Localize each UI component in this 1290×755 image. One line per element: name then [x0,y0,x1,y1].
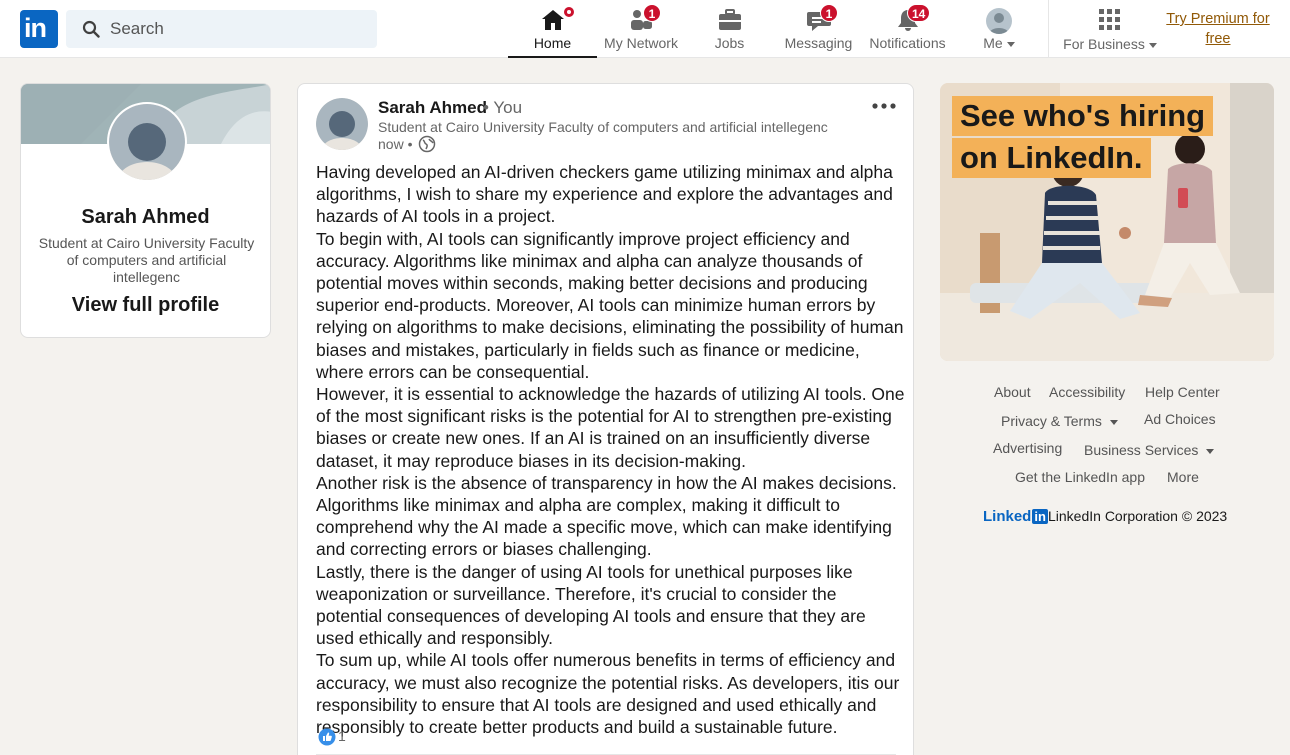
profile-card: Sarah Ahmed Student at Cairo University … [20,83,271,338]
post-author-avatar[interactable] [316,98,368,150]
notifications-badge: 14 [907,4,931,22]
footer-privacy-terms-dropdown[interactable]: Privacy & Terms [1001,413,1118,429]
chevron-down-icon [1148,42,1157,48]
search-bar[interactable] [66,10,377,48]
nav-divider [1048,0,1049,58]
post-author-headline: Student at Cairo University Faculty of c… [378,119,828,135]
profile-avatar[interactable] [107,102,187,182]
business-services-label: Business Services [1084,442,1199,458]
grid-icon [1099,9,1120,30]
globe-icon [418,135,436,153]
premium-line-2: free [1205,31,1231,47]
post-paragraph: To sum up, while AI tools offer numerous… [316,650,900,738]
profile-name[interactable]: Sarah Ahmed [21,206,270,229]
footer-more-link[interactable]: More [1167,469,1199,485]
nav-me-label: Me [960,35,1038,51]
footer-business-services-dropdown[interactable]: Business Services [1084,442,1215,458]
post-body: Having developed an AI-driven checkers g… [316,161,906,738]
nav-me[interactable]: Me [960,0,1038,58]
post-paragraph: Another risk is the absence of transpare… [316,472,897,560]
active-tab-indicator [508,56,597,58]
search-input[interactable] [110,18,360,40]
footer-ad-choices-link[interactable]: Ad Choices [1144,411,1216,427]
me-label-text: Me [983,35,1003,51]
brand-linked-text: Linked [983,508,1032,525]
nav-messaging-label: Messaging [784,35,853,51]
footer-about-link[interactable]: About [994,384,1031,400]
nav-jobs[interactable]: Jobs [685,0,774,58]
nav-notifications[interactable]: 14 Notifications [863,0,952,58]
brand-in-text: in [1032,509,1048,524]
default-avatar-icon [316,98,368,150]
post-timestamp: now • [378,136,413,152]
post-paragraph: However, it is essential to acknowledge … [316,384,905,471]
try-premium-link[interactable]: Try Premium for free [1158,9,1278,49]
more-options-icon[interactable] [870,94,898,118]
top-navigation-bar: in Home 1 My Network Jobs [0,0,1290,58]
post-author-degree: • You [483,98,523,117]
footer-get-app-link[interactable]: Get the LinkedIn app [1015,469,1145,485]
ad-line-1: See who's hiring [952,96,1214,136]
chevron-down-icon [1006,41,1015,47]
search-icon [82,20,100,38]
for-business-text: For Business [1063,36,1145,52]
briefcase-icon [718,9,741,30]
avatar [986,8,1012,34]
linkedin-wordmark: Linked in [983,508,1048,525]
logo-text: in [24,13,47,43]
ad-headline: See who's hiring on LinkedIn. [952,96,1214,180]
home-notification-dot [562,5,576,19]
chevron-down-icon [1206,448,1215,454]
footer-accessibility-link[interactable]: Accessibility [1049,384,1125,400]
linkedin-logo[interactable]: in [20,10,58,48]
post-card: Sarah Ahmed • You Student at Cairo Unive… [297,83,914,755]
network-badge: 1 [643,4,661,22]
ad-line-2: on LinkedIn. [952,138,1151,178]
view-full-profile-link[interactable]: View full profile [21,294,270,317]
nav-my-network[interactable]: 1 My Network [597,0,685,58]
post-author-name[interactable]: Sarah Ahmed [378,98,487,118]
privacy-terms-label: Privacy & Terms [1001,413,1102,429]
footer-help-center-link[interactable]: Help Center [1145,384,1220,400]
footer-advertising-link[interactable]: Advertising [993,440,1062,456]
nav-home[interactable]: Home [508,0,597,58]
nav-notifications-label: Notifications [869,35,946,51]
hiring-ad[interactable]: See who's hiring on LinkedIn. [940,83,1274,361]
post-paragraph: To begin with, AI tools can significantl… [316,228,904,382]
messaging-badge: 1 [820,4,838,22]
profile-headline: Student at Cairo University Faculty of c… [38,235,255,285]
nav-jobs-label: Jobs [714,35,745,51]
copyright-text: LinkedIn Corporation © 2023 [1048,508,1228,524]
reaction-count: 1 [338,728,346,744]
default-avatar-icon [109,104,185,180]
post-paragraph: Having developed an AI-driven checkers g… [316,162,893,227]
nav-for-business[interactable]: For Business [1056,0,1164,58]
premium-line-1: Try Premium for [1166,11,1270,27]
default-avatar-icon [989,13,1009,34]
nav-my-network-label: My Network [604,35,678,51]
chevron-down-icon [1109,419,1118,425]
nav-home-label: Home [533,35,572,51]
like-icon [318,728,336,746]
nav-for-business-label: For Business [1056,36,1164,52]
nav-messaging[interactable]: 1 Messaging [774,0,863,58]
post-paragraph: Lastly, there is the danger of using AI … [316,561,866,649]
